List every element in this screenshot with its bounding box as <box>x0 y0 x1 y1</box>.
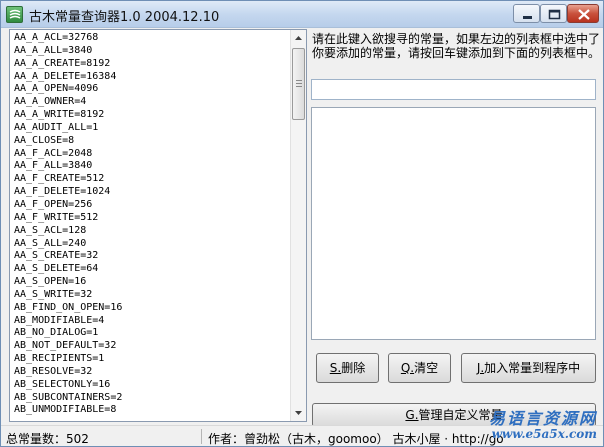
list-item[interactable]: AA_S_DELETE=64 <box>14 263 290 276</box>
scroll-grip-line <box>296 86 302 87</box>
maximize-button[interactable] <box>540 4 567 23</box>
status-divider <box>201 429 202 444</box>
list-item[interactable]: AA_A_WRITE=8192 <box>14 109 290 122</box>
list-item[interactable]: AA_A_OWNER=4 <box>14 96 290 109</box>
minimize-button[interactable] <box>513 4 540 23</box>
maximize-icon <box>548 9 561 20</box>
add-to-program-button[interactable]: J.加入常量到程序中 <box>461 353 596 383</box>
search-input[interactable] <box>311 79 596 100</box>
list-item[interactable]: AB_UNMODIFIABLE=8 <box>14 404 290 417</box>
list-item[interactable]: AA_S_ACL=128 <box>14 225 290 238</box>
list-item[interactable]: AA_A_ACL=32768 <box>14 32 290 45</box>
list-item[interactable]: AA_S_CREATE=32 <box>14 250 290 263</box>
list-item[interactable]: AB_FIND_ON_OPEN=16 <box>14 302 290 315</box>
list-item[interactable]: AA_S_OPEN=16 <box>14 276 290 289</box>
main-window: 古木常量查询器1.0 2004.12.10 AA_A_ACL=32768 AA_A… <box>0 0 604 447</box>
list-item[interactable]: AA_S_WRITE=32 <box>14 289 290 302</box>
list-item[interactable]: AA_S_ALL=240 <box>14 238 290 251</box>
manage-label: 管理自定义常量 <box>418 408 503 422</box>
scroll-grip-line <box>296 83 302 84</box>
scroll-thumb[interactable] <box>292 48 305 120</box>
chevron-up-icon <box>295 36 302 40</box>
list-item[interactable]: AB_RESOLVE=32 <box>14 366 290 379</box>
list-item[interactable]: AB_SELECTONLY=16 <box>14 379 290 392</box>
manage-shortcut: G. <box>405 408 419 422</box>
clear-button[interactable]: Q.清空 <box>388 353 451 383</box>
list-item[interactable]: AA_A_OPEN=4096 <box>14 83 290 96</box>
list-item[interactable]: AA_F_CREATE=512 <box>14 173 290 186</box>
list-item[interactable]: AA_F_ACL=2048 <box>14 148 290 161</box>
list-item[interactable]: AB_MODIFIABLE=4 <box>14 315 290 328</box>
close-icon <box>578 9 590 20</box>
clear-label: 清空 <box>414 361 439 375</box>
selected-constants-list[interactable] <box>311 107 596 340</box>
app-icon[interactable] <box>6 6 23 23</box>
search-hint: 请在此键入欲搜寻的常量，如果左边的列表框中选中了你要添加的常量，请按回车键添加到… <box>312 32 601 60</box>
status-bar: 总常量数：502 作者：曾劲松（古木，goomoo） 古木小屋 · http:/… <box>1 425 603 446</box>
list-item[interactable]: AA_F_WRITE=512 <box>14 212 290 225</box>
constants-list-items: AA_A_ACL=32768 AA_A_ALL=3840 AA_A_CREATE=8… <box>14 32 290 417</box>
list-item[interactable]: AB_RECIPIENTS=1 <box>14 353 290 366</box>
list-item[interactable]: AB_SUBCONTAINERS=2 <box>14 392 290 405</box>
clear-shortcut: Q. <box>400 361 415 375</box>
list-item[interactable]: AA_F_OPEN=256 <box>14 199 290 212</box>
author-info: 作者：曾劲松（古木，goomoo） 古木小屋 · http://go <box>208 432 504 446</box>
list-item[interactable]: AA_F_DELETE=1024 <box>14 186 290 199</box>
scroll-grip-line <box>296 80 302 81</box>
list-item[interactable]: AA_A_ALL=3840 <box>14 45 290 58</box>
scroll-up-button[interactable] <box>291 30 306 46</box>
constants-list[interactable]: AA_A_ACL=32768 AA_A_ALL=3840 AA_A_CREATE=8… <box>9 29 307 422</box>
delete-shortcut: S. <box>329 361 342 375</box>
list-item[interactable]: AA_A_DELETE=16384 <box>14 71 290 84</box>
list-item[interactable]: AB_NO_DIALOG=1 <box>14 327 290 340</box>
manage-custom-constants-button[interactable]: G.管理自定义常量 <box>312 403 596 427</box>
title-bar[interactable]: 古木常量查询器1.0 2004.12.10 <box>1 1 603 28</box>
list-item[interactable]: AA_F_ALL=3840 <box>14 160 290 173</box>
delete-label: 删除 <box>341 361 366 375</box>
minimize-icon <box>523 16 532 19</box>
list-item[interactable]: AA_CLOSE=8 <box>14 135 290 148</box>
list-item[interactable]: AA_A_CREATE=8192 <box>14 58 290 71</box>
list-scrollbar[interactable] <box>290 30 306 421</box>
list-item[interactable]: AB_NOT_DEFAULT=32 <box>14 340 290 353</box>
chevron-down-icon <box>295 411 302 415</box>
delete-button[interactable]: S.删除 <box>316 353 379 383</box>
scroll-down-button[interactable] <box>291 405 306 421</box>
window-title: 古木常量查询器1.0 2004.12.10 <box>29 10 220 25</box>
constant-count: 总常量数：502 <box>6 430 89 447</box>
list-item[interactable]: AA_AUDIT_ALL=1 <box>14 122 290 135</box>
constant-count-label: 总常量数： <box>6 432 67 446</box>
close-button[interactable] <box>567 4 599 23</box>
constant-count-value: 502 <box>66 432 89 446</box>
add-label: 加入常量到程序中 <box>484 361 581 375</box>
